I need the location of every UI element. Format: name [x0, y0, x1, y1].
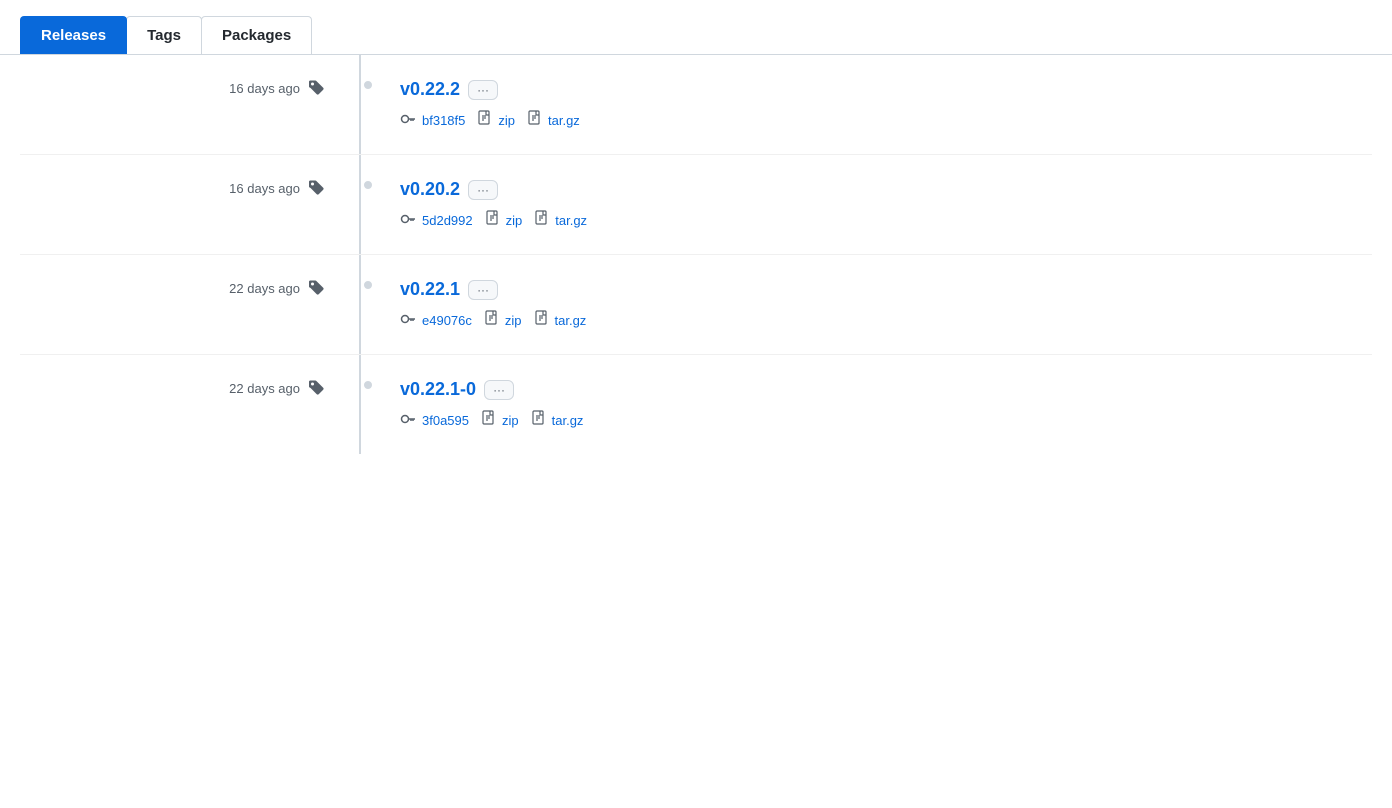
- commit-hash: 3f0a595: [400, 411, 469, 430]
- release-version-link[interactable]: v0.22.1-0: [400, 379, 476, 400]
- asset-link-tar-gz[interactable]: tar.gz: [534, 310, 587, 330]
- release-left: 16 days ago: [20, 79, 360, 98]
- commit-key-icon: [400, 411, 416, 430]
- release-entry: 16 days ago v0.22.2 ···bf318f5 zip tar.gz: [20, 55, 1372, 155]
- file-icon: [527, 110, 543, 130]
- timeline-dot: [362, 279, 374, 291]
- commit-hash: bf318f5: [400, 111, 465, 130]
- release-right: v0.22.2 ···bf318f5 zip tar.gz: [376, 79, 1372, 130]
- commit-hash: e49076c: [400, 311, 472, 330]
- asset-link-tar-gz[interactable]: tar.gz: [531, 410, 584, 430]
- asset-link-tar-gz[interactable]: tar.gz: [527, 110, 580, 130]
- file-icon: [485, 210, 501, 230]
- releases-list: 16 days agov0.22.2···bf318f5ziptar.gz16 …: [0, 55, 1392, 454]
- timeline-dot-container: [360, 179, 376, 191]
- release-header: v0.20.2 ···: [400, 179, 1372, 200]
- file-icon: [481, 410, 497, 430]
- file-icon: [534, 310, 550, 330]
- commit-key-icon: [400, 111, 416, 130]
- asset-link-zip[interactable]: zip: [477, 110, 515, 130]
- commit-hash: 5d2d992: [400, 211, 473, 230]
- asset-label: zip: [502, 413, 519, 428]
- file-icon: [531, 410, 547, 430]
- timeline-dot-container: [360, 379, 376, 391]
- release-version-link[interactable]: v0.22.1: [400, 279, 460, 300]
- timeline-dot: [362, 379, 374, 391]
- timeline-dot: [362, 79, 374, 91]
- timeline-dot-container: [360, 79, 376, 91]
- file-icon: [477, 110, 493, 130]
- tag-icon: [308, 379, 324, 398]
- release-left: 16 days ago: [20, 179, 360, 198]
- release-right: v0.22.1 ··· e49076c zip tar.gz: [376, 279, 1372, 330]
- timeline-dot: [362, 179, 374, 191]
- release-more-button[interactable]: ···: [468, 80, 498, 100]
- release-header: v0.22.1-0 ···: [400, 379, 1372, 400]
- release-assets: e49076c zip tar.gz: [400, 310, 1372, 330]
- asset-label: tar.gz: [555, 313, 587, 328]
- release-entry: 22 days ago v0.22.1-0 ··· 3f0a595 zip tar.gz: [20, 355, 1372, 454]
- release-more-button[interactable]: ···: [484, 380, 514, 400]
- commit-key-icon: [400, 311, 416, 330]
- file-icon: [484, 310, 500, 330]
- release-date: 22 days ago: [229, 281, 300, 296]
- release-date: 16 days ago: [229, 81, 300, 96]
- release-right: v0.20.2 ··· 5d2d992 zip tar.gz: [376, 179, 1372, 230]
- release-assets: 3f0a595 zip tar.gz: [400, 410, 1372, 430]
- release-date: 22 days ago: [229, 381, 300, 396]
- asset-label: tar.gz: [555, 213, 587, 228]
- release-left: 22 days ago: [20, 379, 360, 398]
- release-right: v0.22.1-0 ··· 3f0a595 zip tar.gz: [376, 379, 1372, 430]
- tab-releases[interactable]: Releases: [20, 16, 127, 54]
- tag-icon: [308, 79, 324, 98]
- release-version-link[interactable]: v0.20.2: [400, 179, 460, 200]
- timeline-dot-container: [360, 279, 376, 291]
- tag-icon: [308, 279, 324, 298]
- tab-packages[interactable]: Packages: [201, 16, 312, 54]
- tag-icon: [308, 179, 324, 198]
- commit-key-icon: [400, 211, 416, 230]
- release-more-button[interactable]: ···: [468, 280, 498, 300]
- release-assets: 5d2d992 zip tar.gz: [400, 210, 1372, 230]
- asset-label: zip: [498, 113, 515, 128]
- commit-hash-text[interactable]: bf318f5: [422, 113, 465, 128]
- asset-label: tar.gz: [548, 113, 580, 128]
- asset-link-zip[interactable]: zip: [484, 310, 522, 330]
- commit-hash-text[interactable]: e49076c: [422, 313, 472, 328]
- release-entry: 16 days ago v0.20.2 ··· 5d2d992 zip tar.gz: [20, 155, 1372, 255]
- commit-hash-text[interactable]: 5d2d992: [422, 213, 473, 228]
- tab-tags[interactable]: Tags: [126, 16, 202, 54]
- releases-list-inner: 16 days agov0.22.2···bf318f5ziptar.gz16 …: [20, 55, 1372, 454]
- file-icon: [534, 210, 550, 230]
- commit-hash-text[interactable]: 3f0a595: [422, 413, 469, 428]
- release-version-link[interactable]: v0.22.2: [400, 79, 460, 100]
- release-date: 16 days ago: [229, 181, 300, 196]
- release-assets: bf318f5 zip tar.gz: [400, 110, 1372, 130]
- release-left: 22 days ago: [20, 279, 360, 298]
- asset-label: zip: [506, 213, 523, 228]
- asset-link-zip[interactable]: zip: [485, 210, 523, 230]
- asset-link-zip[interactable]: zip: [481, 410, 519, 430]
- release-header: v0.22.2 ···: [400, 79, 1372, 100]
- tab-bar: ReleasesTagsPackages: [0, 0, 1392, 55]
- asset-label: tar.gz: [552, 413, 584, 428]
- asset-link-tar-gz[interactable]: tar.gz: [534, 210, 587, 230]
- release-more-button[interactable]: ···: [468, 180, 498, 200]
- release-entry: 22 days ago v0.22.1 ··· e49076c zip tar.gz: [20, 255, 1372, 355]
- asset-label: zip: [505, 313, 522, 328]
- release-header: v0.22.1 ···: [400, 279, 1372, 300]
